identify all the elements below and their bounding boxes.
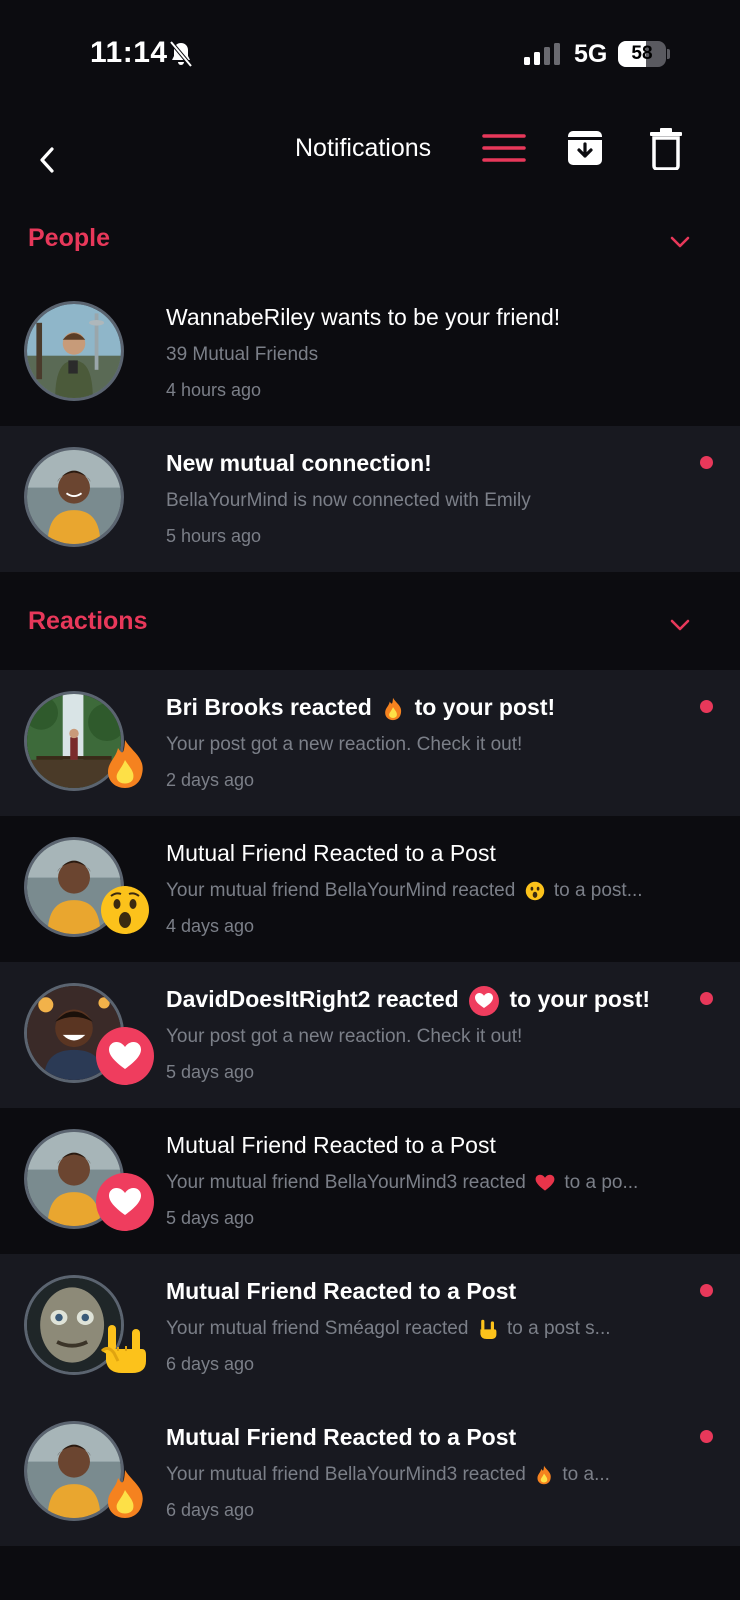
notification-subtitle: Your post got a new reaction. Check it o… <box>166 734 523 755</box>
title-text: Bri Brooks reacted <box>166 694 372 720</box>
notification-title: WannabeRiley wants to be your friend! <box>166 304 561 330</box>
status-bar: 11:14 5G 58 <box>0 0 740 110</box>
top-bar: Notifications <box>0 110 740 210</box>
surprised-face-icon <box>96 881 154 939</box>
notification-title: New mutual connection! <box>166 450 432 476</box>
avatar <box>24 447 124 547</box>
avatar-wrap <box>24 1129 154 1231</box>
subtitle-text: Your mutual friend BellaYourMind3 reacte… <box>166 1172 526 1193</box>
fire-icon <box>537 1465 551 1485</box>
fire-icon <box>96 735 154 793</box>
title-text: DavidDoesItRight2 reacted <box>166 986 459 1013</box>
section-title: People <box>28 224 110 252</box>
notifications-screen: 11:14 5G 58 Notifications People Wannabe… <box>0 0 740 1600</box>
notification-subtitle: Your mutual friend Sméagol reacted to a … <box>166 1318 716 1340</box>
hamburger-icon <box>482 134 526 162</box>
notification-title: Mutual Friend Reacted to a Post <box>166 1132 496 1158</box>
avatar-wrap <box>24 301 124 401</box>
bell-off-icon <box>169 40 193 68</box>
section-title: Reactions <box>28 607 148 635</box>
avatar <box>24 301 124 401</box>
notification-row[interactable]: WannabeRiley wants to be your friend! 39… <box>0 280 740 426</box>
notification-title: Mutual Friend Reacted to a Post <box>166 1278 517 1304</box>
red-heart-icon <box>535 1174 555 1191</box>
avatar-wrap <box>24 691 143 791</box>
page-title: Notifications <box>295 134 432 162</box>
battery-icon: 58 <box>618 41 670 67</box>
notification-row[interactable]: Mutual Friend Reacted to a Post Your mut… <box>0 1400 740 1546</box>
title-text: to your post! <box>509 986 651 1013</box>
notification-time: 2 days ago <box>166 770 255 790</box>
avatar-wrap <box>24 1275 146 1375</box>
subtitle-text: to a po... <box>564 1172 639 1193</box>
chevron-down-icon[interactable] <box>668 230 692 254</box>
delete-button[interactable] <box>648 128 684 170</box>
chevron-left-icon <box>40 147 54 173</box>
subtitle-text: to a post... <box>553 880 643 901</box>
notification-row[interactable]: Bri Brooks reacted to your post! Your po… <box>0 670 740 816</box>
subtitle-text: Your mutual friend BellaYourMind reacted <box>166 880 516 901</box>
avatar-wrap <box>24 447 124 547</box>
rock-on-hand-icon <box>96 1319 154 1377</box>
subtitle-text: Your mutual friend Sméagol reacted <box>166 1318 469 1340</box>
heart-icon <box>469 986 500 1016</box>
avatar-photo <box>27 304 121 398</box>
notification-time: 6 days ago <box>166 1500 255 1520</box>
notification-subtitle: BellaYourMind is now connected with Emil… <box>166 490 531 511</box>
archive-icon <box>568 131 602 165</box>
notification-row[interactable]: Mutual Friend Reacted to a Post Your mut… <box>0 1108 740 1254</box>
notification-subtitle: Your post got a new reaction. Check it o… <box>166 1026 523 1047</box>
section-header-people[interactable]: People <box>0 212 740 272</box>
network-type: 5G <box>574 40 608 68</box>
archive-button[interactable] <box>565 128 605 168</box>
notification-time: 5 days ago <box>166 1062 255 1082</box>
notification-subtitle: 39 Mutual Friends <box>166 344 319 365</box>
subtitle-text: to a post s... <box>507 1318 611 1340</box>
unread-dot <box>700 700 713 713</box>
chevron-down-icon[interactable] <box>668 613 692 637</box>
fire-icon <box>385 697 402 720</box>
notification-title: Mutual Friend Reacted to a Post <box>166 1424 517 1450</box>
back-button[interactable] <box>30 140 64 180</box>
battery-percent: 58 <box>631 43 653 64</box>
unread-dot <box>700 456 713 469</box>
unread-dot <box>700 992 713 1005</box>
surprised-face-icon <box>525 881 544 901</box>
notification-title: Bri Brooks reacted to your post! <box>166 694 555 721</box>
notification-subtitle: Your mutual friend BellaYourMind3 reacte… <box>166 1172 716 1194</box>
notification-time: 5 days ago <box>166 1208 255 1228</box>
section-header-reactions[interactable]: Reactions <box>0 595 740 655</box>
subtitle-text: Your mutual friend BellaYourMind3 reacte… <box>166 1464 526 1485</box>
avatar-photo <box>27 450 121 544</box>
heart-icon <box>96 1173 154 1231</box>
title-text: to your post! <box>414 694 556 720</box>
trash-icon <box>650 128 682 170</box>
notification-time: 5 hours ago <box>166 526 262 546</box>
notification-subtitle: Your mutual friend BellaYourMind reacted… <box>166 880 716 902</box>
avatar-wrap <box>24 983 154 1085</box>
subtitle-text: to a... <box>562 1464 610 1485</box>
notification-time: 4 hours ago <box>166 380 262 400</box>
unread-dot <box>700 1430 713 1443</box>
avatar-wrap <box>24 1421 143 1521</box>
notification-title: Mutual Friend Reacted to a Post <box>166 840 496 866</box>
notification-title: DavidDoesItRight2 reacted to your post! <box>166 986 650 1016</box>
notification-time: 6 days ago <box>166 1354 255 1374</box>
status-time: 11:14 <box>90 36 168 69</box>
cellular-signal-icon <box>524 43 560 65</box>
fire-icon <box>96 1465 154 1523</box>
notification-time: 4 days ago <box>166 916 255 936</box>
notification-row[interactable]: Mutual Friend Reacted to a Post Your mut… <box>0 1254 740 1400</box>
heart-icon <box>96 1027 154 1085</box>
unread-dot <box>700 1284 713 1297</box>
filter-menu-button[interactable] <box>482 128 526 168</box>
notification-row[interactable]: DavidDoesItRight2 reacted to your post! … <box>0 962 740 1108</box>
avatar-wrap <box>24 837 149 937</box>
notification-row[interactable]: New mutual connection! BellaYourMind is … <box>0 426 740 572</box>
notification-subtitle: Your mutual friend BellaYourMind3 reacte… <box>166 1464 716 1486</box>
rock-on-hand-icon <box>480 1319 497 1339</box>
notification-row[interactable]: Mutual Friend Reacted to a Post Your mut… <box>0 816 740 962</box>
